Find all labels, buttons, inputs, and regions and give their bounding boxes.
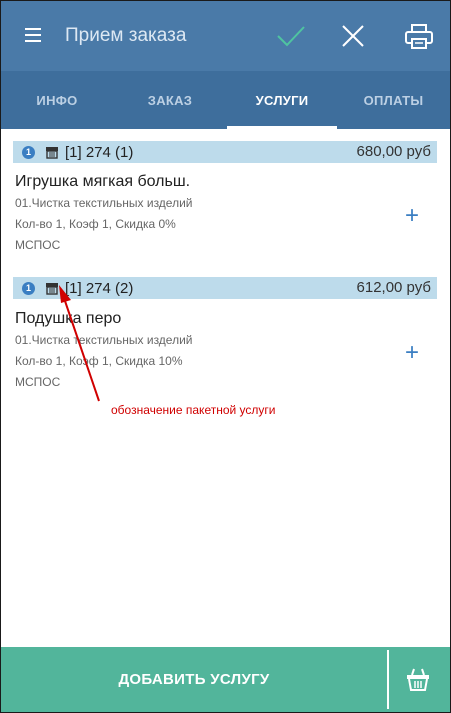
package-basket-icon: [46, 283, 58, 295]
tab-bar: ИНФО ЗАКАЗ УСЛУГИ ОПЛАТЫ: [1, 71, 450, 129]
add-to-service-button[interactable]: +: [405, 204, 419, 228]
service-details: Кол-во 1, Коэф 1, Скидка 10%: [15, 354, 183, 368]
page-title: Прием заказа: [65, 25, 187, 46]
service-name[interactable]: Игрушка мягкая больш.: [15, 173, 190, 191]
service-code: [1] 274 (2): [65, 279, 134, 297]
close-icon[interactable]: [341, 24, 365, 48]
app-bar: Прием заказа: [1, 1, 450, 71]
service-index-badge: 1: [22, 281, 35, 295]
service-header[interactable]: 1 [1] 274 (1) 680,00 руб: [13, 141, 437, 163]
tab-info[interactable]: ИНФО: [1, 71, 113, 129]
tab-services[interactable]: УСЛУГИ: [227, 71, 337, 129]
package-basket-icon[interactable]: [405, 667, 431, 693]
service-price: 612,00 руб: [356, 279, 431, 296]
app-frame: Прием заказа ИНФО ЗАКАЗ УСЛУГИ ОПЛАТЫ 1: [0, 0, 451, 713]
annotation-label: обозначение пакетной услуги: [111, 403, 276, 417]
menu-icon[interactable]: [25, 28, 41, 42]
add-service-button[interactable]: ДОБАВИТЬ УСЛУГУ: [1, 647, 387, 712]
bottom-action-bar: ДОБАВИТЬ УСЛУГУ: [1, 647, 450, 712]
service-details: Кол-во 1, Коэф 1, Скидка 0%: [15, 217, 176, 231]
check-icon[interactable]: [276, 24, 306, 48]
package-basket-icon: [46, 147, 58, 159]
service-header[interactable]: 1 [1] 274 (2) 612,00 руб: [13, 277, 437, 299]
service-index-badge: 1: [22, 145, 35, 159]
service-code: [1] 274 (1): [65, 143, 134, 161]
add-to-service-button[interactable]: +: [405, 341, 419, 365]
tab-payments[interactable]: ОПЛАТЫ: [337, 71, 450, 129]
print-icon[interactable]: [404, 24, 434, 50]
divider: [387, 650, 389, 709]
service-price: 680,00 руб: [356, 143, 431, 160]
service-category: 01.Чистка текстильных изделий: [15, 333, 193, 347]
tab-order[interactable]: ЗАКАЗ: [113, 71, 227, 129]
service-method: МСПОС: [15, 238, 61, 252]
service-method: МСПОС: [15, 375, 61, 389]
service-category: 01.Чистка текстильных изделий: [15, 196, 193, 210]
service-name[interactable]: Подушка перо: [15, 310, 121, 328]
